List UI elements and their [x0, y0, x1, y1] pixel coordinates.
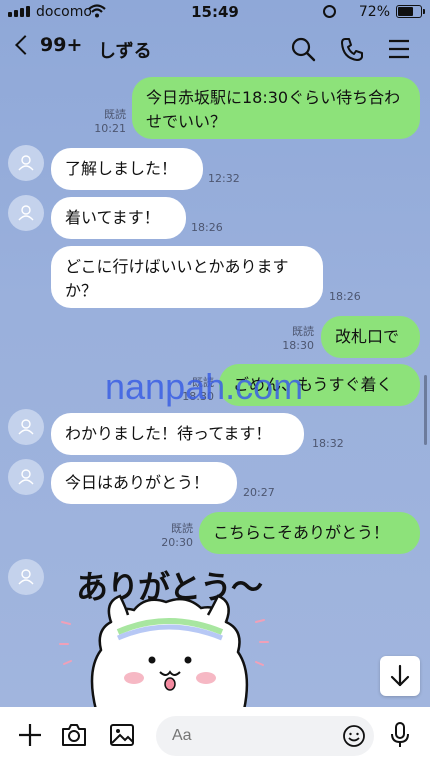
message-bubble-incoming[interactable]: 了解しました！	[51, 148, 203, 190]
message-input-bar	[0, 707, 430, 765]
default-avatar-icon	[18, 419, 34, 435]
message-time: 18:26	[329, 290, 361, 303]
back-button[interactable]: 99+	[12, 34, 82, 56]
message-bubble-outgoing[interactable]: 改札口で	[321, 316, 420, 358]
avatar[interactable]	[8, 195, 44, 231]
message-bubble-outgoing[interactable]: 今日赤坂駅に18:30ぐらい待ち合わせでいい？	[132, 77, 420, 139]
chevron-left-icon	[15, 35, 35, 55]
default-avatar-icon	[18, 569, 34, 585]
message-time: 18:30	[282, 339, 314, 353]
default-avatar-icon	[18, 155, 34, 171]
avatar[interactable]	[8, 559, 44, 595]
sticker-message[interactable]: ありがとう〜	[56, 560, 286, 710]
avatar[interactable]	[8, 145, 44, 181]
plus-icon[interactable]	[16, 721, 44, 749]
avatar[interactable]	[8, 409, 44, 445]
message-meta: 既読 18:30	[282, 325, 314, 354]
battery-percent: 72%	[358, 4, 390, 20]
default-avatar-icon	[18, 205, 34, 221]
chat-header: 99+ しずる	[0, 24, 430, 72]
default-avatar-icon	[18, 469, 34, 485]
message-time: 20:30	[161, 536, 193, 550]
message-meta: 既読 10:21	[94, 108, 126, 137]
phone-icon[interactable]	[339, 36, 365, 62]
message-time: 18:26	[191, 221, 223, 234]
camera-icon[interactable]	[60, 721, 88, 749]
read-receipt: 既読	[171, 522, 193, 535]
message-bubble-incoming[interactable]: 着いてます！	[51, 197, 186, 239]
scrollbar[interactable]	[424, 375, 427, 445]
orientation-lock-icon	[323, 5, 336, 18]
message-bubble-incoming[interactable]: 今日はありがとう！	[51, 462, 237, 504]
watermark: nanpah.com	[105, 366, 304, 407]
message-meta: 既読 20:30	[160, 522, 193, 551]
message-bubble-outgoing[interactable]: こちらこそありがとう！	[199, 512, 420, 554]
read-receipt: 既読	[292, 325, 314, 338]
menu-icon[interactable]	[386, 36, 412, 62]
unread-count: 99+	[40, 34, 83, 56]
microphone-icon[interactable]	[386, 721, 414, 749]
scroll-to-bottom-button[interactable]	[380, 656, 420, 696]
battery-icon	[396, 5, 425, 18]
message-bubble-incoming[interactable]: どこに行けばいいとかありますか？	[51, 246, 323, 308]
emoji-icon[interactable]	[342, 724, 366, 748]
search-icon[interactable]	[290, 36, 316, 62]
status-bar: docomo 15:49 72%	[0, 0, 430, 24]
message-time: 18:32	[312, 437, 344, 450]
avatar[interactable]	[8, 459, 44, 495]
message-time: 20:27	[243, 486, 275, 499]
message-time: 10:21	[94, 122, 126, 136]
message-bubble-incoming[interactable]: わかりました！待ってます！	[51, 413, 304, 455]
message-time: 12:32	[208, 172, 240, 185]
chat-title: しずる	[98, 41, 152, 62]
image-icon[interactable]	[108, 721, 136, 749]
sticker-character-image	[59, 594, 269, 710]
arrow-down-icon	[390, 664, 410, 687]
read-receipt: 既読	[104, 108, 126, 121]
